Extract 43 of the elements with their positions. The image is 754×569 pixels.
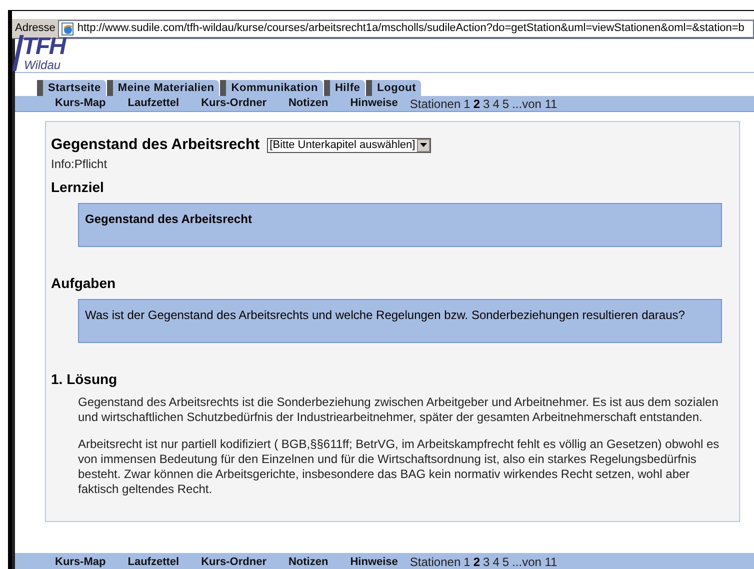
nav-link[interactable]: Notizen [288, 95, 328, 112]
section-heading: Aufgaben [51, 274, 117, 293]
stations-label: Stationen [410, 96, 461, 112]
nav-link[interactable]: Laufzettel [128, 554, 180, 569]
nav-tab[interactable]: Logout [366, 80, 422, 96]
page-icon [61, 22, 76, 36]
nav-tab[interactable]: Hilfe [324, 80, 366, 96]
nav-link[interactable]: Kurs-Map [55, 95, 106, 112]
nav-tab[interactable]: Startseite [37, 80, 106, 96]
station-link[interactable]: 2 [473, 553, 480, 569]
paragraph: Gegenstand des Arbeitsrechts ist die Sonderbeziehung zwischen Arbeitgeber und Arbeitnehmer. Es ist aus dem sozialen und wirtschaftlichen Schutzbedürfnis der Industriearbeitnehmer, später der gesamten Arbeitnehmerschaft entstanden. [78, 394, 720, 424]
station-link[interactable]: 4 [492, 553, 500, 569]
nav-link[interactable]: Kurs-Map [55, 554, 106, 569]
stations-total: ...von 11 [512, 554, 558, 569]
nav-link[interactable]: Hinweise [350, 554, 398, 569]
url-text: http://www.sudile.com/tfh-wildau/kurse/courses/arbeitsrecht1a/mscholls/sudileAction?do=getStation&uml=viewStationen&oml=&station=b [77, 21, 744, 36]
stations-label: Stationen [410, 554, 461, 569]
address-field[interactable]: http://www.sudile.com/tfh-wildau/kurse/courses/arbeitsrecht1a/mscholls/sudileAction?do=getStation&uml=viewStationen&oml=&station=b [58, 20, 754, 38]
nav-tab[interactable]: Kommunikation [220, 80, 323, 96]
nav-link[interactable]: Laufzettel [128, 95, 180, 112]
station-link[interactable]: 5 [502, 94, 510, 112]
address-label: Adresse [14, 21, 56, 36]
paragraph: Arbeitsrecht ist nur partiell kodifiziert ( BGB,§§611ff; BetrVG, im Arbeitskampfrecht fehlt es völlig an Gesetzen) obwohl es von immensen Bedeutung für den Einzelnen und für die Wirtschaftsordnung ist, also ein starkes Regelungsbedürfnis besteht. Zwar können die Arbeitsgerichte, insbesondere das BAG kein normativ wirkendes Recht setzen, wohl aber faktisch geltendes Recht. [78, 436, 720, 496]
station-link[interactable]: 1 [464, 553, 470, 569]
box-text: Gegenstand des Arbeitsrecht [85, 210, 253, 228]
box-text: Was ist der Gegenstand des Arbeitsrechts und welche Regelungen bzw. Sonderbeziehungen resultieren daraus? [85, 306, 686, 324]
station-link[interactable]: 3 [483, 94, 490, 112]
station-link[interactable]: 2 [473, 94, 480, 112]
stations-total: ...von 11 [512, 96, 558, 112]
nav-link[interactable]: Kurs-Ordner [201, 95, 266, 112]
nav-link[interactable]: Kurs-Ordner [201, 554, 266, 569]
section-heading: Lernziel [51, 178, 105, 196]
nav-tab[interactable]: Meine Materialien [106, 80, 220, 96]
chapter-select[interactable]: [Bitte Unterkapitel auswählen] [266, 138, 432, 153]
nav-link[interactable]: Hinweise [350, 95, 398, 112]
station-link[interactable]: 5 [502, 553, 510, 569]
info-text: Info:Pflicht [51, 156, 108, 170]
station-link[interactable]: 1 [464, 94, 470, 112]
station-link[interactable]: 3 [483, 553, 490, 569]
section-heading: 1. Lösung [51, 370, 118, 389]
station-title: Gegenstand des Arbeitsrecht [51, 135, 260, 155]
nav-link[interactable]: Notizen [288, 554, 328, 569]
station-link[interactable]: 4 [492, 94, 500, 112]
